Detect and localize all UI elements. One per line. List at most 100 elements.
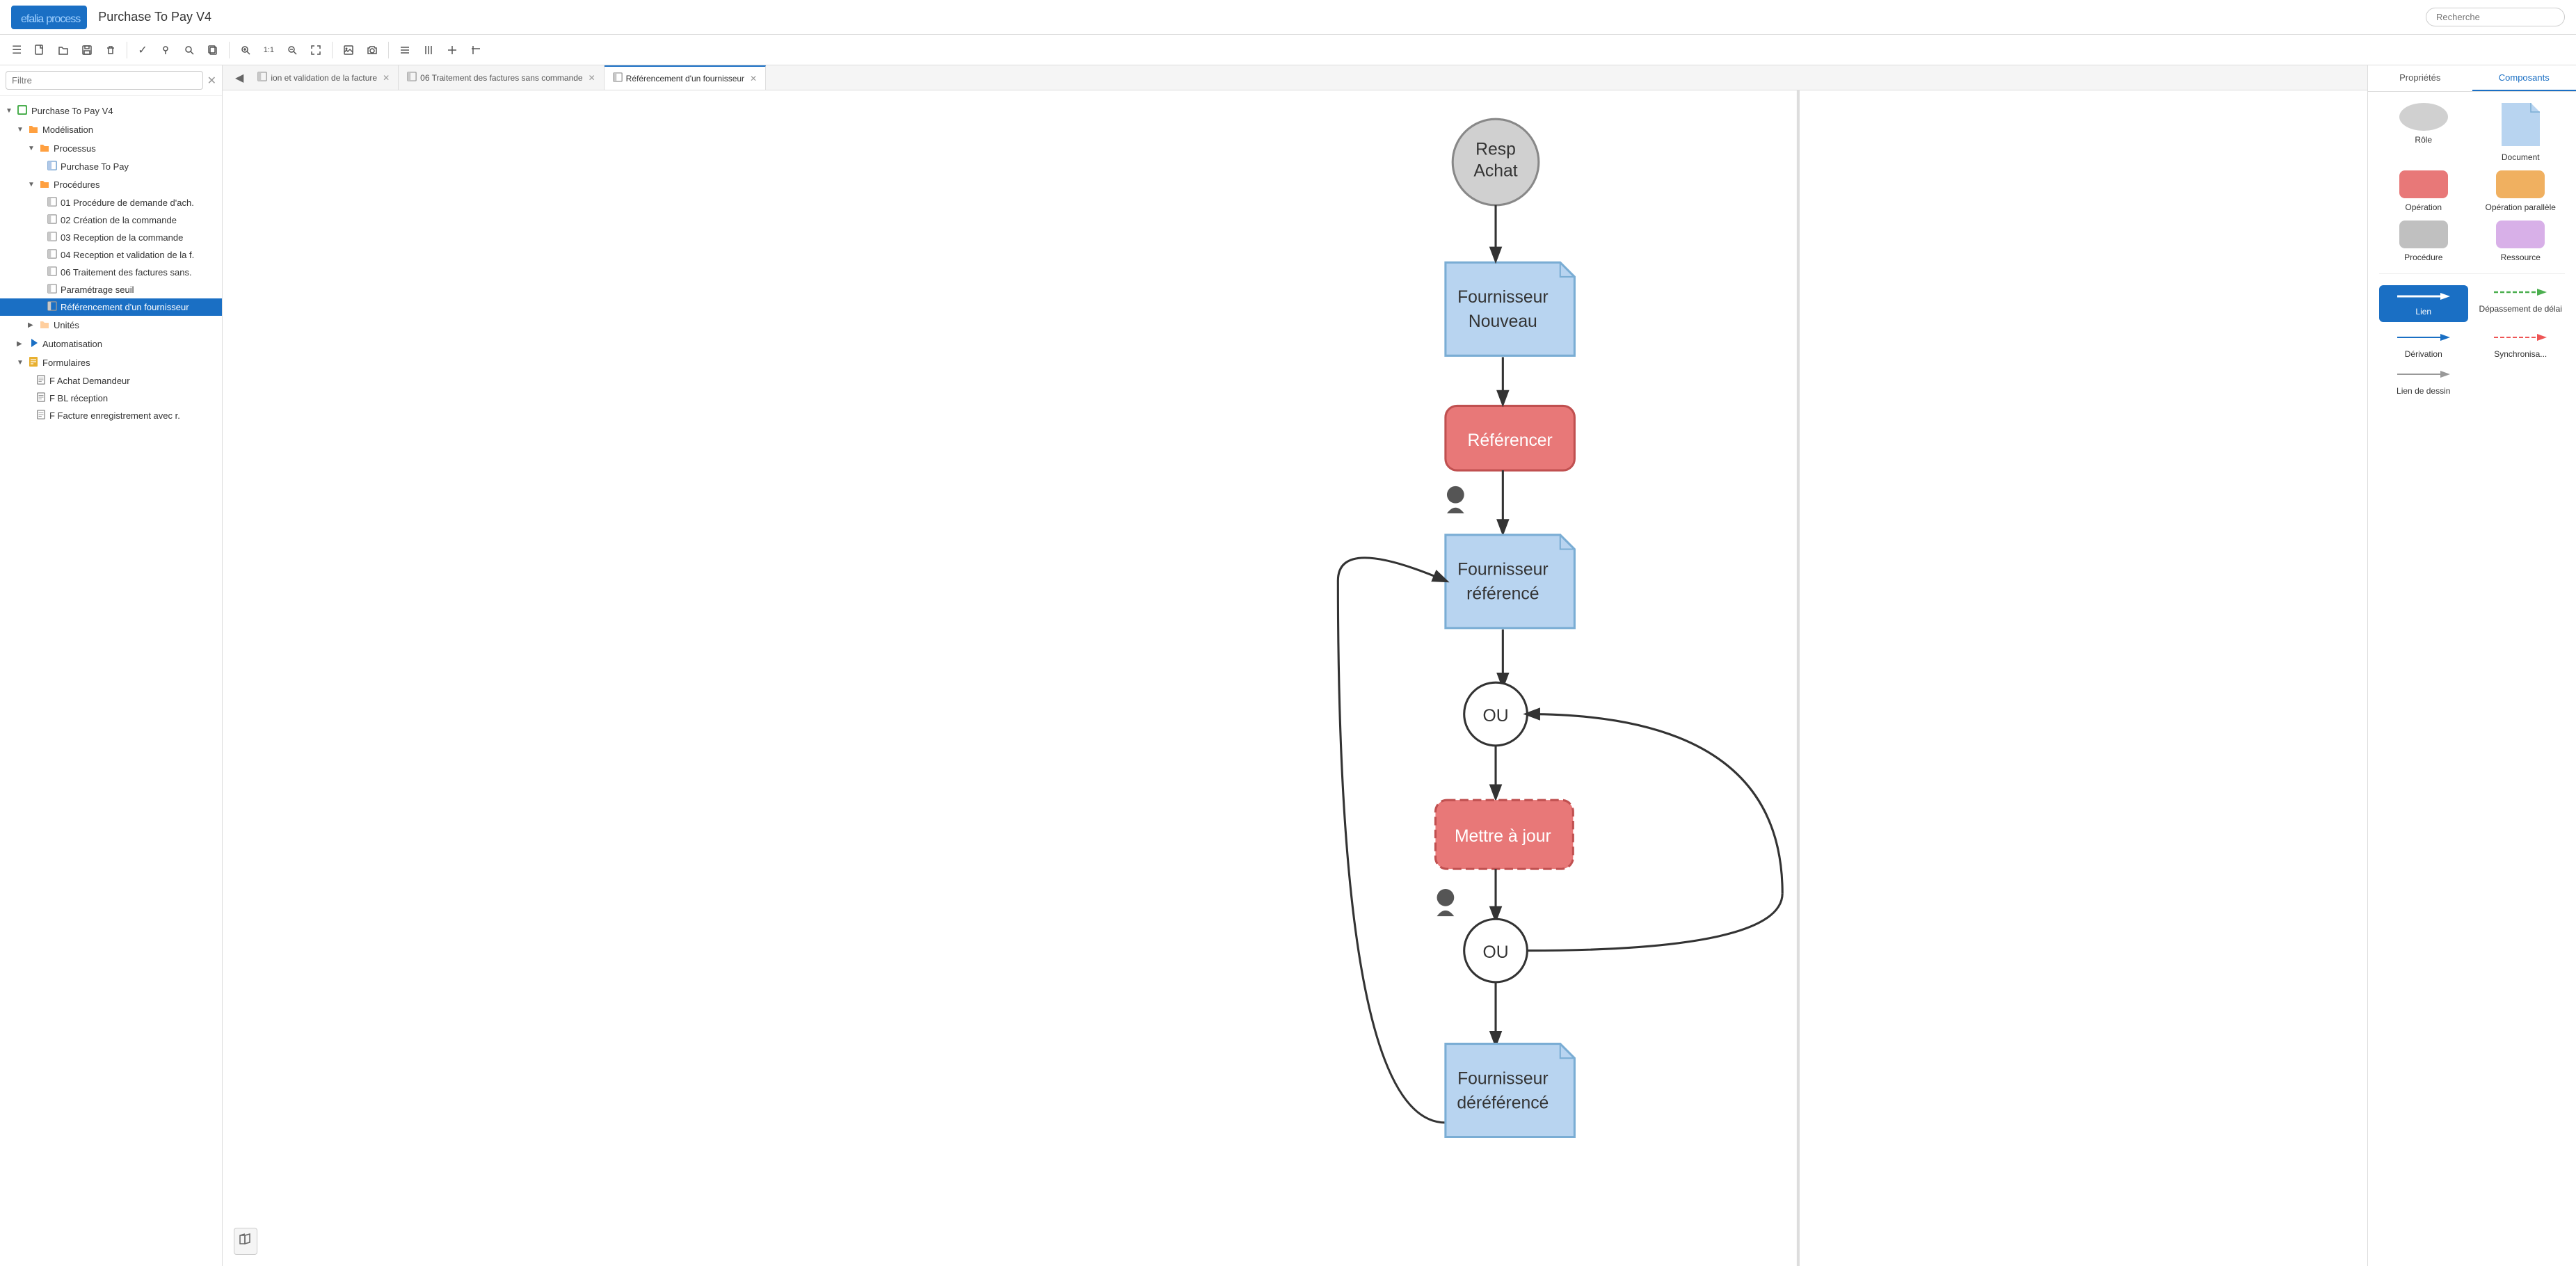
sidebar-item-proc02[interactable]: 02 Création de la commande <box>0 211 222 229</box>
layout3-button[interactable] <box>442 41 463 59</box>
sidebar-item-automatisation[interactable]: ▶Automatisation <box>0 335 222 353</box>
component-operation-parallele[interactable]: Opération parallèle <box>2477 170 2566 212</box>
svg-text:Nouveau: Nouveau <box>1469 312 1537 331</box>
components-grid: Rôle Document OpérationOpération parallèle… <box>2379 103 2565 396</box>
comp-shape-derivation <box>2396 330 2451 346</box>
tab-tab1[interactable]: ion et validation de la facture✕ <box>249 65 399 90</box>
svg-text:Référencer: Référencer <box>1468 431 1553 450</box>
tree-icon-formulaires <box>28 356 39 369</box>
toggle-formulaires[interactable]: ▼ <box>17 359 25 367</box>
component-ressource[interactable]: Ressource <box>2477 221 2566 262</box>
toggle-modelisation[interactable]: ▼ <box>17 126 25 134</box>
delete-button[interactable] <box>100 41 121 59</box>
filter-input[interactable] <box>6 71 203 90</box>
open-button[interactable] <box>53 41 74 59</box>
sidebar-item-proc01[interactable]: 01 Procédure de demande d'ach. <box>0 194 222 211</box>
tree-icon-procref <box>47 301 57 313</box>
component-role[interactable]: Rôle <box>2379 103 2468 162</box>
sidebar-item-unites[interactable]: ▶Unités <box>0 316 222 335</box>
save-button[interactable] <box>77 41 97 59</box>
sidebar-item-form3[interactable]: F Facture enregistrement avec r. <box>0 407 222 424</box>
sidebar-item-procparam[interactable]: Paramétrage seuil <box>0 281 222 298</box>
filter-clear-button[interactable]: ✕ <box>207 74 216 88</box>
component-procedure[interactable]: Procédure <box>2379 221 2468 262</box>
tab-tab3[interactable]: Référencement d'un fournisseur✕ <box>605 65 766 90</box>
tab-close-tab3[interactable]: ✕ <box>750 74 757 83</box>
component-operation[interactable]: Opération <box>2379 170 2468 212</box>
comp-shape-ressource <box>2496 221 2545 248</box>
tree-label-proc02: 02 Création de la commande <box>61 215 177 225</box>
validate-button[interactable]: ✓ <box>133 40 152 61</box>
tree-label-procparam: Paramétrage seuil <box>61 285 134 295</box>
node-fournisseur-reference[interactable] <box>1446 535 1574 628</box>
tree-label-processus: Processus <box>54 143 96 154</box>
zoom-out-button[interactable] <box>282 41 303 59</box>
tree-label-procref: Référencement d'un fournisseur <box>61 302 189 312</box>
layout1-button[interactable] <box>394 41 415 59</box>
zoom-in-button[interactable] <box>235 41 256 59</box>
tab-tab2[interactable]: 06 Traitement des factures sans commande… <box>399 65 605 90</box>
search-button[interactable] <box>179 41 200 59</box>
tabs-scroll-left[interactable]: ◀ <box>230 71 249 85</box>
tab-close-tab2[interactable]: ✕ <box>589 73 595 83</box>
export-image-button[interactable] <box>338 41 359 59</box>
sidebar-item-root[interactable]: ▼Purchase To Pay V4 <box>0 102 222 120</box>
toggle-procedures[interactable]: ▼ <box>28 181 36 189</box>
map-icon-button[interactable] <box>234 1228 257 1255</box>
fullscreen-button[interactable] <box>305 41 326 59</box>
tab-close-tab1[interactable]: ✕ <box>383 73 390 83</box>
sidebar-filter-area: ✕ <box>0 65 222 96</box>
diagram-area[interactable]: Resp Achat Fournisseur Nouveau Référence… <box>223 90 2367 1266</box>
component-dessin[interactable]: Lien de dessin <box>2379 367 2468 396</box>
toggle-automatisation[interactable]: ▶ <box>17 340 25 348</box>
sidebar-item-purchasetopay[interactable]: Purchase To Pay <box>0 158 222 175</box>
sidebar-item-formulaires[interactable]: ▼ Formulaires <box>0 353 222 372</box>
tree-label-formulaires: Formulaires <box>42 358 90 368</box>
main-area: ✕ ▼Purchase To Pay V4▼Modélisation▼Proce… <box>0 65 2576 1266</box>
component-synchro[interactable]: Synchronisa... <box>2477 330 2566 359</box>
component-depassement[interactable]: Dépassement de délai <box>2477 285 2566 322</box>
comp-shape-dessin <box>2396 367 2451 383</box>
pin-button[interactable] <box>155 41 176 59</box>
node-fournisseur-dereference[interactable] <box>1446 1044 1574 1137</box>
layout4-button[interactable] <box>465 41 486 59</box>
right-panel-content: Rôle Document OpérationOpération parallèle… <box>2368 92 2576 1266</box>
menu-button[interactable]: ☰ <box>7 40 26 61</box>
component-derivation[interactable]: Dérivation <box>2379 330 2468 359</box>
tree-icon-purchasetopay <box>47 161 57 173</box>
tree-label-proc06: 06 Traitement des factures sans. <box>61 267 192 278</box>
sidebar-item-processus[interactable]: ▼ Processus <box>0 139 222 158</box>
sidebar-tree: ▼Purchase To Pay V4▼Modélisation▼Process… <box>0 96 222 1266</box>
sidebar-item-proc04[interactable]: 04 Reception et validation de la f. <box>0 246 222 264</box>
tree-label-modelisation: Modélisation <box>42 125 93 135</box>
sidebar: ✕ ▼Purchase To Pay V4▼Modélisation▼Proce… <box>0 65 223 1266</box>
sidebar-item-modelisation[interactable]: ▼ Modélisation <box>0 120 222 139</box>
sidebar-item-procref[interactable]: Référencement d'un fournisseur <box>0 298 222 316</box>
comp-label-document: Document <box>2502 152 2540 162</box>
tree-icon-proc01 <box>47 197 57 209</box>
tree-icon-form3 <box>36 410 46 422</box>
comp-label-synchro: Synchronisa... <box>2494 349 2547 359</box>
right-tab-proprietes[interactable]: Propriétés <box>2368 65 2472 91</box>
sidebar-item-form2[interactable]: F BL réception <box>0 390 222 407</box>
layout2-button[interactable] <box>418 41 439 59</box>
toggle-root[interactable]: ▼ <box>6 107 14 115</box>
component-document[interactable]: Document <box>2477 103 2566 162</box>
sidebar-item-procedures[interactable]: ▼Procédures <box>0 175 222 194</box>
sidebar-item-proc06[interactable]: 06 Traitement des factures sans. <box>0 264 222 281</box>
node-fournisseur-nouveau[interactable] <box>1446 262 1574 355</box>
sidebar-item-proc03[interactable]: 03 Reception de la commande <box>0 229 222 246</box>
logo: efaliaprocess <box>11 6 87 29</box>
comp-shape-depassement <box>2493 285 2548 301</box>
sidebar-item-form1[interactable]: F Achat Demandeur <box>0 372 222 390</box>
toggle-processus[interactable]: ▼ <box>28 145 36 152</box>
copy-button[interactable] <box>202 41 223 59</box>
zoom-actual-button[interactable]: 1:1 <box>259 42 279 58</box>
search-input[interactable] <box>2426 8 2565 26</box>
new-button[interactable] <box>29 41 50 59</box>
toggle-unites[interactable]: ▶ <box>28 321 36 329</box>
component-lien[interactable]: Lien <box>2379 285 2468 322</box>
right-tab-composants[interactable]: Composants <box>2472 65 2576 91</box>
screenshot-button[interactable] <box>362 41 383 59</box>
svg-text:Fournisseur: Fournisseur <box>1457 561 1549 579</box>
